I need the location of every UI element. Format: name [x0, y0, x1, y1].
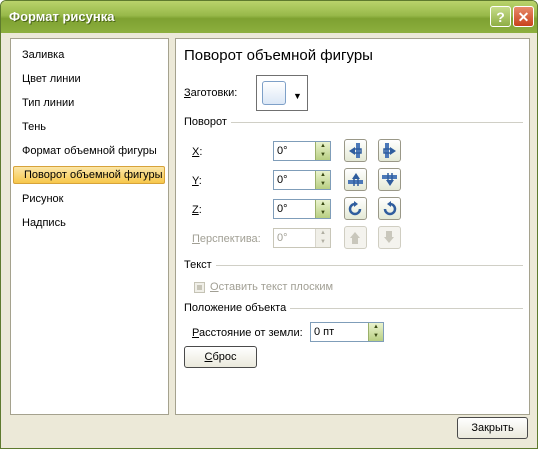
keep-text-flat-label: Оставить текст плоским — [210, 281, 334, 293]
position-section-header: Положение объекта — [184, 302, 523, 316]
z-rotation-spin-buttons[interactable]: ▲ ▼ — [315, 200, 330, 218]
rotate-counterclockwise-icon — [348, 201, 362, 216]
sidebar-item-label: Цвет линии — [22, 73, 81, 85]
z-rotation-value: 0° — [277, 203, 288, 215]
perspective-decrease-icon — [384, 231, 394, 243]
y-rotation-value: 0° — [277, 174, 288, 186]
perspective-stepper[interactable]: 0° ▲ ▼ — [273, 228, 331, 248]
x-rotation-value: 0° — [277, 145, 288, 157]
sidebar-item-label: Заливка — [22, 49, 65, 61]
sidebar-item-label: Надпись — [22, 217, 66, 229]
sidebar-item-label: Тень — [22, 121, 47, 133]
y-rotation-label: Y: — [192, 175, 202, 187]
format-picture-dialog: Формат рисунка ? ✕ Заливка Цвет линии Ти… — [0, 0, 538, 449]
close-window-button[interactable]: ✕ — [513, 6, 534, 27]
sidebar-item-fill[interactable]: Заливка — [12, 46, 167, 64]
title-bar: Формат рисунка ? ✕ — [1, 1, 537, 33]
perspective-value: 0° — [277, 232, 288, 244]
preset-preview — [262, 81, 286, 105]
category-list: Заливка Цвет линии Тип линии Тень Формат… — [10, 38, 169, 415]
rotate-right-icon — [383, 143, 396, 158]
rotate-left-button[interactable] — [344, 139, 367, 162]
rotate-clockwise-icon — [383, 201, 397, 216]
help-button[interactable]: ? — [490, 6, 511, 27]
page-title: Поворот объемной фигуры — [184, 47, 373, 64]
rotation-section-header: Поворот — [184, 116, 523, 130]
sidebar-item-3d-format[interactable]: Формат объемной фигуры — [12, 142, 167, 160]
rotate-up-icon — [348, 173, 363, 186]
sidebar-item-line-color[interactable]: Цвет линии — [12, 70, 167, 88]
x-rotation-stepper[interactable]: 0° ▲ ▼ — [273, 141, 331, 161]
window-title: Формат рисунка — [9, 9, 115, 24]
perspective-spin-buttons[interactable]: ▲ ▼ — [315, 229, 330, 247]
settings-panel: Поворот объемной фигуры Заготовки: ▼ Пов… — [175, 38, 530, 415]
rotate-right-button[interactable] — [378, 139, 401, 162]
sidebar-item-3d-rotation[interactable]: Поворот объемной фигуры — [13, 166, 165, 184]
y-rotation-stepper[interactable]: 0° ▲ ▼ — [273, 170, 331, 190]
x-rotation-spin-buttons[interactable]: ▲ ▼ — [315, 142, 330, 160]
rotate-down-icon — [382, 173, 397, 186]
perspective-increase-button[interactable] — [344, 226, 367, 249]
rotate-up-button[interactable] — [344, 168, 367, 191]
sidebar-item-shadow[interactable]: Тень — [12, 118, 167, 136]
distance-spin-buttons[interactable]: ▲ ▼ — [368, 323, 383, 341]
text-section-header: Текст — [184, 259, 523, 273]
keep-text-flat-checkbox[interactable] — [194, 282, 205, 293]
chevron-down-icon: ▼ — [293, 91, 302, 101]
sidebar-item-label: Тип линии — [22, 97, 75, 109]
rotate-down-button[interactable] — [378, 168, 401, 191]
sidebar-item-line-style[interactable]: Тип линии — [12, 94, 167, 112]
sidebar-item-picture[interactable]: Рисунок — [12, 190, 167, 208]
rotate-counterclockwise-button[interactable] — [344, 197, 367, 220]
x-rotation-label: X: — [192, 146, 203, 158]
close-icon: ✕ — [517, 9, 530, 25]
perspective-increase-icon — [350, 232, 360, 244]
distance-from-ground-stepper[interactable]: 0 пт ▲ ▼ — [310, 322, 384, 342]
distance-value: 0 пт — [314, 326, 335, 338]
sidebar-item-label: Поворот объемной фигуры — [24, 169, 163, 181]
sidebar-item-label: Рисунок — [22, 193, 64, 205]
help-icon: ? — [496, 9, 505, 25]
presets-dropdown[interactable]: ▼ — [256, 75, 308, 111]
sidebar-item-label: Формат объемной фигуры — [22, 145, 157, 157]
z-rotation-label: Z: — [192, 204, 202, 216]
reset-button[interactable]: Сброс — [184, 346, 257, 368]
dialog-body: Заливка Цвет линии Тип линии Тень Формат… — [1, 33, 537, 448]
z-rotation-stepper[interactable]: 0° ▲ ▼ — [273, 199, 331, 219]
rotate-clockwise-button[interactable] — [378, 197, 401, 220]
distance-from-ground-label: Расстояние от земли: — [192, 327, 303, 339]
perspective-label: Перспектива: — [192, 233, 261, 245]
presets-label: Заготовки: — [184, 87, 238, 99]
y-rotation-spin-buttons[interactable]: ▲ ▼ — [315, 171, 330, 189]
rotate-left-icon — [349, 143, 362, 158]
close-button[interactable]: Закрыть — [457, 417, 528, 439]
sidebar-item-text-box[interactable]: Надпись — [12, 214, 167, 232]
perspective-decrease-button[interactable] — [378, 226, 401, 249]
